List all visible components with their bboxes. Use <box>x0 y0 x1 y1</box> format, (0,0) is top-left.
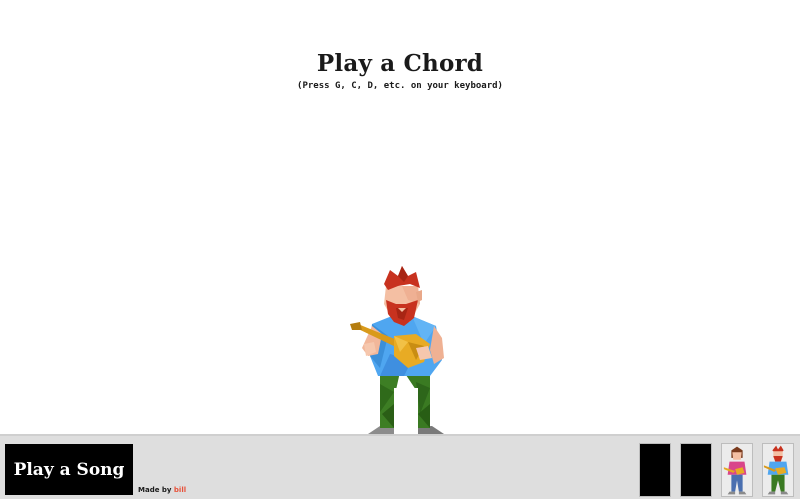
credit-line: Made by bill <box>138 486 186 494</box>
female-guitarist-icon[interactable] <box>721 443 753 497</box>
credit-prefix: Made by <box>138 486 174 494</box>
page-instructions: (Press G, C, D, etc. on your keyboard) <box>297 81 503 91</box>
guitarist-character-icon[interactable] <box>350 264 450 436</box>
play-song-button[interactable]: Play a Song <box>5 444 133 495</box>
credit-author-link[interactable]: bill <box>174 486 186 494</box>
guitar-head <box>350 322 362 330</box>
blank-slot-icon[interactable] <box>639 443 671 497</box>
page-title: Play a Chord <box>316 50 484 77</box>
footer-bar: Play a Song Made by bill <box>0 434 800 499</box>
app-stage: Play a Chord (Press G, C, D, etc. on you… <box>0 0 800 499</box>
leg-gap <box>394 388 418 436</box>
blank-slot-icon[interactable] <box>680 443 712 497</box>
bearded-guitarist-icon[interactable] <box>762 443 794 497</box>
